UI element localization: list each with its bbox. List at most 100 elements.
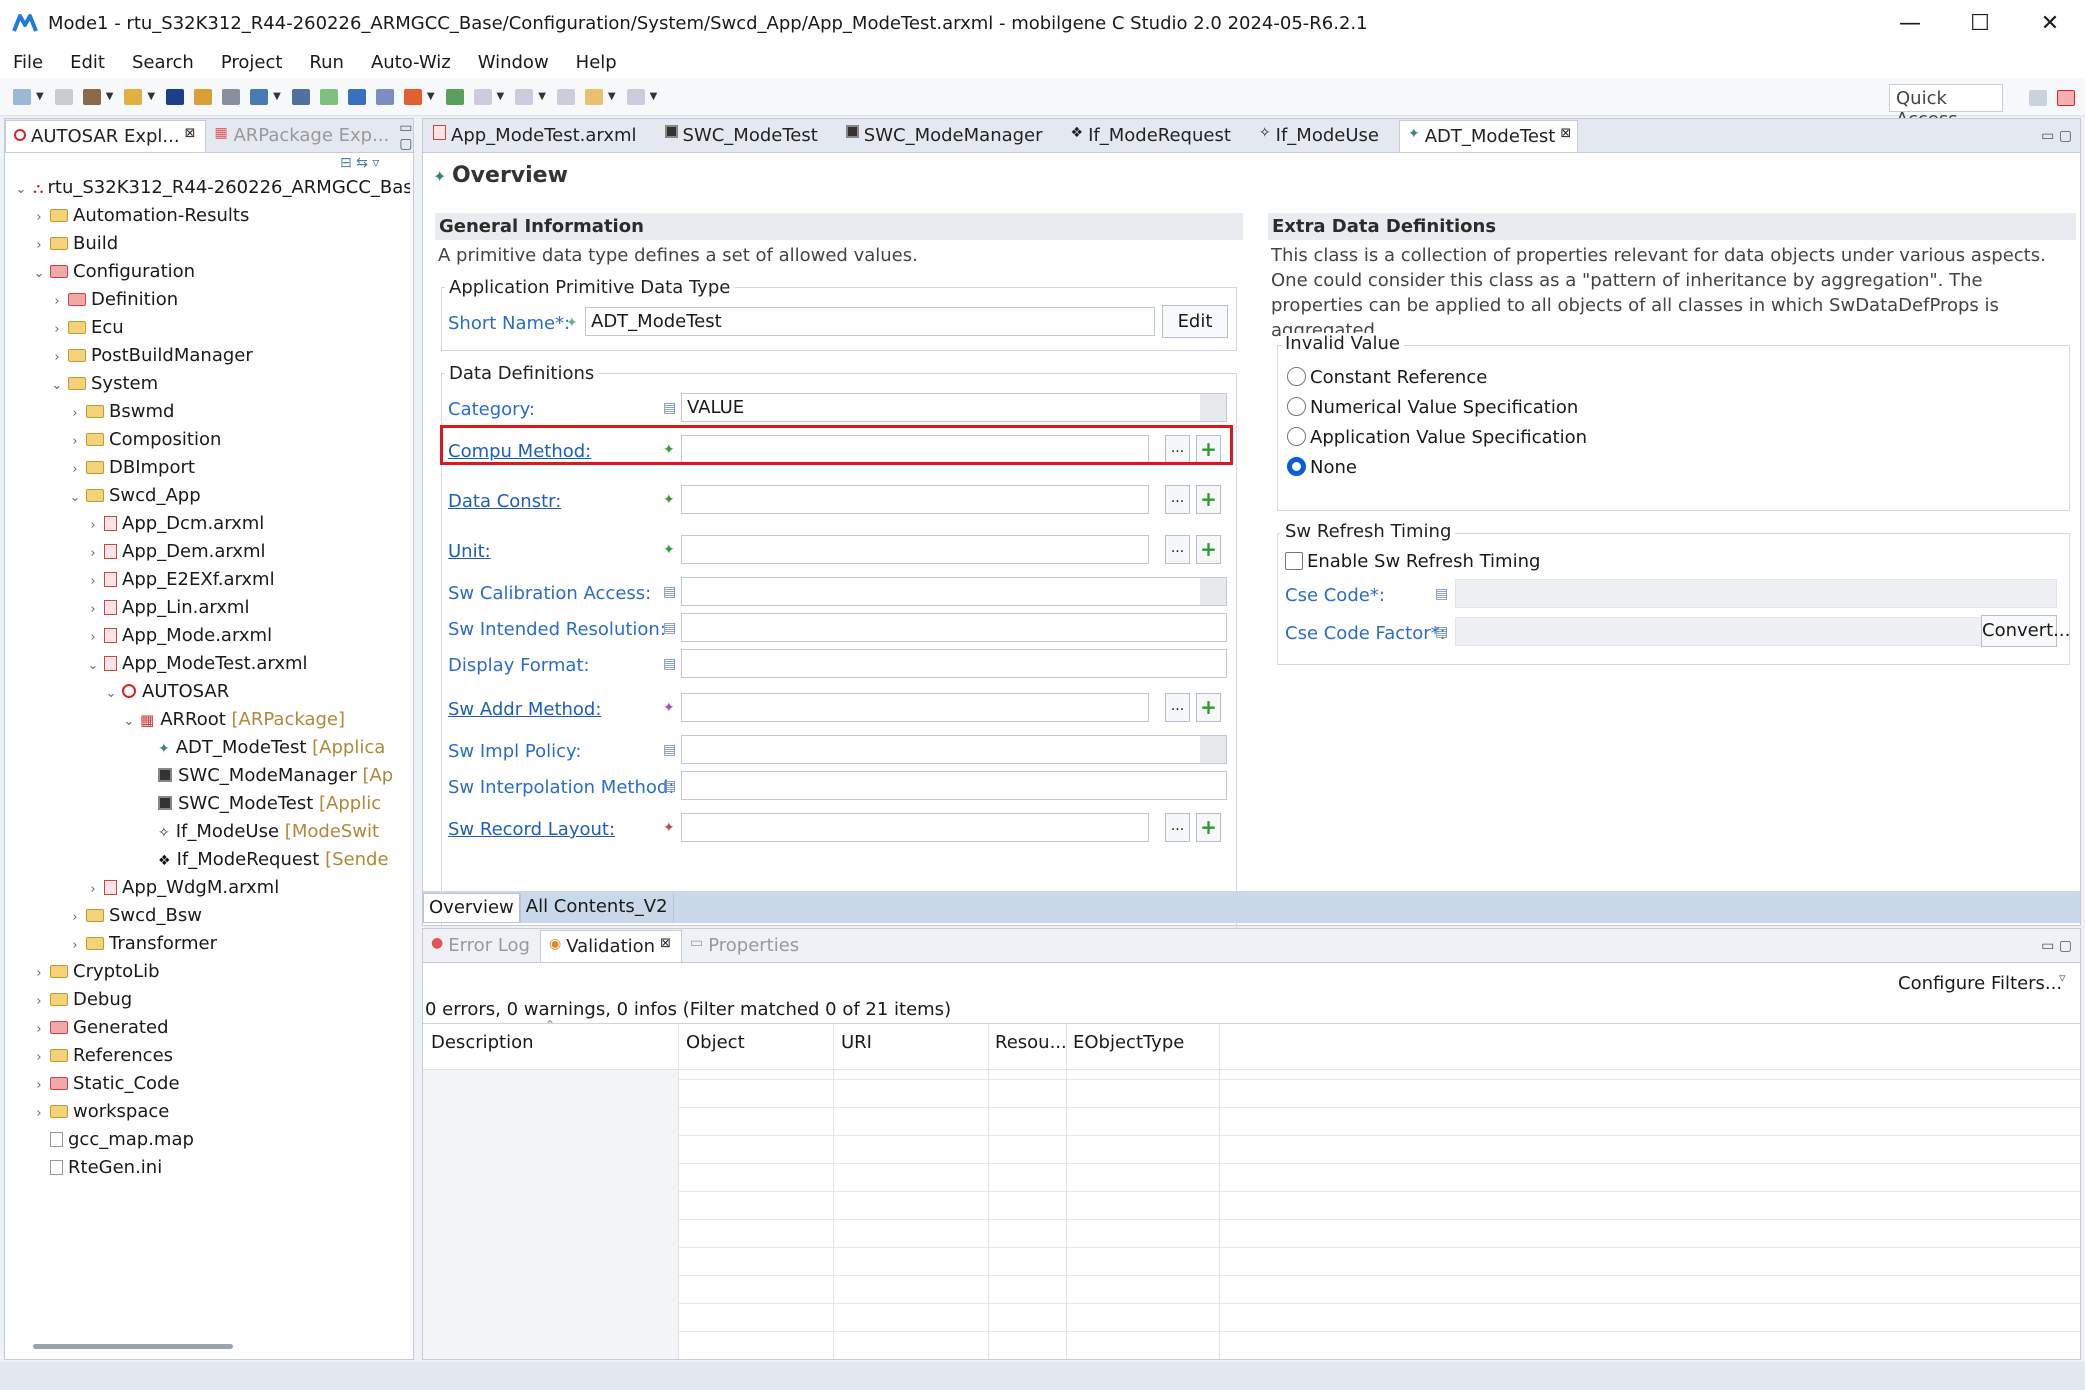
cse-code-field[interactable] [1455, 579, 2057, 608]
convert-button[interactable]: Convert... [1981, 615, 2070, 647]
tree-item[interactable]: › Debug [31, 987, 132, 1013]
tree-item[interactable]: › workspace [31, 1099, 169, 1125]
tree-item[interactable]: › Composition [67, 427, 221, 453]
add-button[interactable]: + [1196, 813, 1221, 842]
tree-item[interactable]: ⌄ Configuration [31, 259, 196, 285]
tree-item[interactable]: RteGen.ini [31, 1155, 162, 1181]
minimize-view-icon[interactable]: ▭ ▢ [2041, 938, 2072, 954]
field-input[interactable] [681, 649, 1227, 678]
menu-item-window[interactable]: Window [465, 52, 563, 73]
menu-item-help[interactable]: Help [563, 52, 631, 73]
tab-all-contents[interactable]: All Contents_V2 [519, 893, 674, 923]
field-label[interactable]: Unit: [448, 541, 491, 562]
enable-refresh-checkbox[interactable]: Enable Sw Refresh Timing [1285, 551, 1540, 572]
tree-item[interactable]: › Bswmd [67, 399, 174, 425]
radio-option[interactable]: Numerical Value Specification [1287, 397, 1578, 418]
save-icon[interactable] [54, 88, 73, 105]
col-uri[interactable]: URI [841, 1032, 872, 1053]
menu-item-run[interactable]: Run [296, 52, 358, 73]
collapse-arrow-icon[interactable]: › [67, 429, 83, 455]
collapse-arrow-icon[interactable]: › [67, 905, 83, 931]
tree-item[interactable]: › CryptoLib [31, 959, 159, 985]
editor-tab[interactable]: ❖ If_ModeRequest [1063, 120, 1251, 152]
minimize-view-icon[interactable]: ▭ ▢ [399, 120, 412, 152]
menu-item-file[interactable]: File [0, 52, 57, 73]
collapse-arrow-icon[interactable]: › [31, 989, 47, 1015]
tree-item[interactable]: ⌄ App_ModeTest.arxml [85, 651, 308, 677]
tab-arpackage-explorer[interactable]: ▦ ARPackage Exp... [206, 120, 399, 152]
field-input[interactable] [681, 577, 1227, 606]
add-button[interactable]: + [1196, 693, 1221, 722]
menu-item-search[interactable]: Search [119, 52, 208, 73]
import-icon[interactable] [250, 88, 269, 105]
field-input[interactable] [681, 813, 1149, 842]
tree-item[interactable]: › References [31, 1043, 173, 1069]
tree-item[interactable]: › Definition [49, 287, 178, 313]
menu-item-autowiz[interactable]: Auto-Wiz [358, 52, 465, 73]
quick-access-field[interactable]: Quick Access [1889, 84, 2003, 130]
col-object[interactable]: Object [686, 1032, 745, 1053]
field-input[interactable] [681, 693, 1149, 722]
collapse-arrow-icon[interactable]: › [85, 877, 101, 903]
browse-button[interactable]: ... [1165, 485, 1190, 514]
tab-autosar-explorer[interactable]: AUTOSAR Expl... ⊠ [5, 120, 207, 152]
nav-forward-icon[interactable] [626, 88, 645, 105]
dropdown-button[interactable] [1200, 578, 1226, 605]
radio-option[interactable]: Constant Reference [1287, 367, 1487, 388]
layout-icon[interactable] [291, 88, 310, 105]
col-resource[interactable]: Resou... [995, 1032, 1067, 1053]
collapse-arrow-icon[interactable]: › [67, 401, 83, 427]
tab-overview[interactable]: Overview [423, 893, 520, 923]
tree-item[interactable]: › App_WdgM.arxml [85, 875, 279, 901]
editor-tab[interactable]: ✧ If_ModeUse [1251, 120, 1399, 152]
collapse-arrow-icon[interactable]: › [67, 457, 83, 483]
terminal-icon[interactable] [166, 88, 185, 105]
tree-item[interactable]: › App_Mode.arxml [85, 623, 272, 649]
tree-item[interactable]: ⌄ AUTOSAR [103, 679, 230, 705]
collapse-arrow-icon[interactable]: › [49, 345, 65, 371]
editor-tab[interactable]: ✦ ADT_ModeTest ⊠ [1398, 120, 1579, 152]
collapse-arrow-icon[interactable]: › [85, 625, 101, 651]
collapse-all-icon[interactable]: ⊟ ⇆ ▿ [340, 155, 379, 171]
run-icon[interactable] [445, 88, 464, 105]
tree-item[interactable]: › Generated [31, 1015, 168, 1043]
collapse-arrow-icon[interactable]: › [85, 541, 101, 567]
tree-item[interactable]: ✧ If_ModeUse [ModeSwit [139, 819, 379, 845]
expand-arrow-icon[interactable]: ⌄ [13, 177, 29, 203]
tree-item[interactable]: › Ecu [49, 315, 123, 341]
col-eobjecttype[interactable]: EObjectType [1073, 1032, 1184, 1053]
menu-item-project[interactable]: Project [208, 52, 297, 73]
tool-icon[interactable] [222, 88, 241, 105]
tree-item[interactable]: › App_Lin.arxml [85, 595, 249, 621]
cse-code-factor-field[interactable] [1455, 617, 2011, 646]
field-input[interactable] [681, 613, 1227, 642]
close-tab-icon[interactable]: ⊠ [660, 936, 671, 951]
browse-button[interactable]: ... [1165, 693, 1190, 722]
radio-option[interactable]: Application Value Specification [1287, 427, 1587, 448]
collapse-arrow-icon[interactable]: › [85, 569, 101, 595]
collapse-arrow-icon[interactable]: › [31, 1017, 47, 1043]
tree-item[interactable]: › App_Dem.arxml [85, 539, 265, 567]
tree-item[interactable]: › Static_Code [31, 1071, 179, 1099]
close-tab-icon[interactable]: ⊠ [1560, 126, 1571, 141]
collapse-arrow-icon[interactable]: › [31, 233, 47, 259]
next-icon[interactable] [515, 88, 534, 105]
collapse-arrow-icon[interactable]: › [31, 205, 47, 231]
field-input[interactable] [681, 771, 1227, 800]
tab-properties[interactable]: ▭ Properties [682, 930, 809, 962]
collapse-arrow-icon[interactable]: › [49, 289, 65, 315]
add-button[interactable]: + [1196, 485, 1221, 514]
collapse-arrow-icon[interactable]: › [31, 1073, 47, 1099]
tree-item[interactable]: ⌄ Swcd_App [67, 483, 201, 509]
tree-item[interactable]: SWC_ModeManager [Ap [139, 763, 393, 789]
chart-icon[interactable] [375, 88, 394, 105]
tree-item[interactable]: › App_E2EXf.arxml [85, 567, 274, 595]
tab-validation[interactable]: ◉ Validation ⊠ [539, 930, 682, 962]
expand-arrow-icon[interactable]: ⌄ [85, 653, 101, 679]
expand-arrow-icon[interactable]: ⌄ [67, 485, 83, 511]
editor-tab[interactable]: App_ModeTest.arxml [425, 120, 657, 152]
menu-item-edit[interactable]: Edit [57, 52, 119, 73]
build-icon[interactable] [82, 88, 101, 105]
short-name-field[interactable]: ADT_ModeTest [585, 307, 1155, 336]
collapse-arrow-icon[interactable]: › [31, 1045, 47, 1071]
